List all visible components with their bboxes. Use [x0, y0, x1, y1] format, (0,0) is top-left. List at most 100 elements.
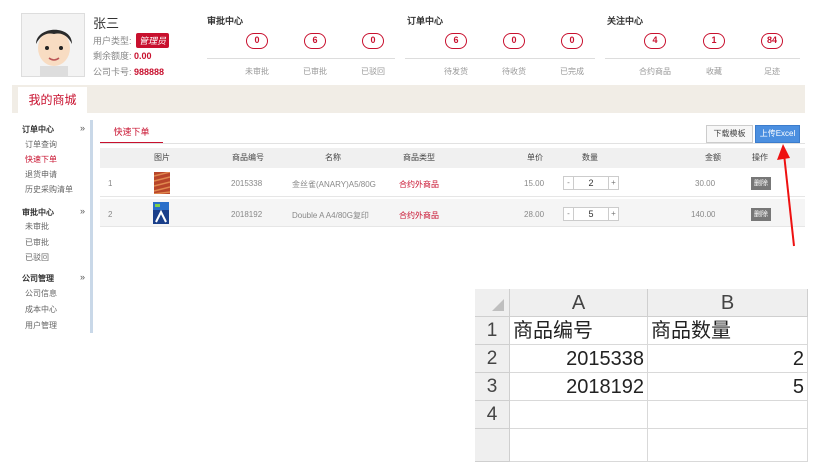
- sidebar-item-approved[interactable]: 已审批: [25, 237, 49, 248]
- stat-group-orders[interactable]: 订单中心: [407, 14, 443, 27]
- decrement-button[interactable]: -: [564, 177, 574, 189]
- excel-cell-a2: 2015338: [510, 345, 648, 373]
- username: 张三: [93, 16, 120, 31]
- excel-select-all: [475, 289, 510, 317]
- stat-label: 已完成: [560, 67, 584, 76]
- excel-cell: [648, 429, 808, 462]
- product-type: 合约外商品: [399, 180, 439, 189]
- sidebar-item-company-info[interactable]: 公司信息: [25, 288, 57, 299]
- quantity-value[interactable]: 2: [575, 177, 607, 189]
- product-thumbnail-image[interactable]: [154, 172, 170, 194]
- tab-my-mall[interactable]: 我的商城: [18, 87, 87, 113]
- excel-preview: A B 1 商品编号 商品数量 2 2015338 2 3 2018192 5 …: [475, 289, 815, 462]
- product-name[interactable]: Double A A4/80G复印: [292, 210, 378, 221]
- table-header: [100, 148, 805, 168]
- stat-count-to-ship[interactable]: 6: [445, 33, 467, 49]
- excel-row-header: [475, 429, 510, 462]
- stat-count-favorites[interactable]: 1: [703, 33, 725, 49]
- stat-label: 合约商品: [639, 67, 671, 76]
- product-type: 合约外商品: [399, 211, 439, 220]
- excel-row-header: 2: [475, 345, 510, 373]
- product-thumbnail-image[interactable]: [153, 202, 169, 224]
- mall-tab-bar: [12, 85, 805, 113]
- company-card-label: 公司卡号:: [93, 67, 132, 77]
- column-header-amount: 金额: [705, 153, 721, 162]
- line-amount: 140.00: [691, 210, 716, 219]
- excel-column-header-a: A: [510, 289, 648, 317]
- quota-value: 0.00: [134, 51, 152, 61]
- excel-cell-b3: 5: [648, 373, 808, 401]
- stat-divider: [605, 58, 800, 59]
- chevron-double-down-icon[interactable]: »: [80, 206, 85, 216]
- column-header-action: 操作: [752, 153, 768, 162]
- stat-count-completed[interactable]: 0: [561, 33, 583, 49]
- excel-cell-b4: [648, 401, 808, 429]
- row-index: 2: [108, 210, 113, 219]
- sidebar-item-rejected[interactable]: 已驳回: [25, 252, 49, 263]
- excel-cell-a4: [510, 401, 648, 429]
- stat-label: 足迹: [764, 67, 780, 76]
- stat-group-follow[interactable]: 关注中心: [607, 14, 643, 27]
- stat-divider: [405, 58, 595, 59]
- product-code: 2018192: [231, 210, 263, 219]
- sidebar-group-approval[interactable]: 审批中心: [22, 207, 54, 218]
- stat-label: 已驳回: [361, 67, 385, 76]
- unit-price: 15.00: [524, 179, 545, 188]
- tab-quick-order[interactable]: 快速下单: [100, 124, 163, 144]
- sidebar-item-user-management[interactable]: 用户管理: [25, 320, 57, 331]
- delete-button[interactable]: 删除: [751, 177, 771, 190]
- stat-count-approved[interactable]: 6: [304, 33, 326, 49]
- excel-cell-b1: 商品数量: [648, 317, 808, 345]
- row-index: 1: [108, 179, 113, 188]
- increment-button[interactable]: +: [608, 177, 618, 189]
- line-amount: 30.00: [695, 179, 716, 188]
- stat-label: 待收货: [502, 67, 526, 76]
- quota-label: 剩余额度:: [93, 51, 132, 61]
- user-type-label: 用户类型:: [93, 36, 132, 46]
- sidebar-item-quick-order[interactable]: 快速下单: [25, 154, 57, 165]
- company-card-value: 988888: [134, 67, 165, 77]
- excel-row-header: 3: [475, 373, 510, 401]
- chevron-double-down-icon[interactable]: »: [80, 272, 85, 282]
- user-type-line: 用户类型: 管理员: [93, 33, 170, 48]
- tab-underline: [100, 143, 805, 144]
- excel-cell: [510, 429, 648, 462]
- increment-button[interactable]: +: [608, 208, 618, 220]
- sidebar-item-cost-center[interactable]: 成本中心: [25, 304, 57, 315]
- excel-row-header: 1: [475, 317, 510, 345]
- quantity-stepper[interactable]: - 5 +: [563, 207, 619, 221]
- stat-count-unapproved[interactable]: 0: [246, 33, 268, 49]
- chevron-double-down-icon[interactable]: »: [80, 123, 85, 133]
- stat-count-contract[interactable]: 4: [644, 33, 666, 49]
- stat-label: 已审批: [303, 67, 327, 76]
- sidebar-item-unapproved[interactable]: 未审批: [25, 221, 49, 232]
- stat-count-rejected[interactable]: 0: [362, 33, 384, 49]
- product-name[interactable]: 金丝雀(ANARY)A5/80G: [292, 179, 378, 190]
- column-header-price: 单价: [527, 153, 543, 162]
- company-card-line: 公司卡号: 988888: [93, 65, 164, 78]
- quantity-value[interactable]: 5: [575, 208, 607, 220]
- stat-count-to-receive[interactable]: 0: [503, 33, 525, 49]
- sidebar-item-order-query[interactable]: 订单查询: [25, 139, 57, 150]
- download-template-button[interactable]: 下载模板: [706, 125, 753, 143]
- sidebar-group-orders[interactable]: 订单中心: [22, 124, 54, 135]
- sidebar-item-returns[interactable]: 退货申请: [25, 169, 57, 180]
- quantity-stepper[interactable]: - 2 +: [563, 176, 619, 190]
- unit-price: 28.00: [524, 210, 545, 219]
- stat-label: 待发货: [444, 67, 468, 76]
- sidebar-divider: [90, 120, 93, 333]
- quota-line: 剩余额度: 0.00: [93, 49, 152, 62]
- excel-cell-a3: 2018192: [510, 373, 648, 401]
- sidebar-group-company[interactable]: 公司管理: [22, 273, 54, 284]
- stat-count-footprints[interactable]: 84: [761, 33, 783, 49]
- delete-button[interactable]: 删除: [751, 208, 771, 221]
- product-code: 2015338: [231, 179, 263, 188]
- decrement-button[interactable]: -: [564, 208, 574, 220]
- sidebar-item-purchase-history[interactable]: 历史采购清单: [25, 184, 73, 195]
- stat-group-approval[interactable]: 审批中心: [207, 14, 243, 27]
- user-type-badge: 管理员: [136, 33, 170, 48]
- avatar[interactable]: [21, 13, 85, 77]
- excel-column-header-b: B: [648, 289, 808, 317]
- column-header-image: 图片: [154, 153, 170, 162]
- excel-row-header: 4: [475, 401, 510, 429]
